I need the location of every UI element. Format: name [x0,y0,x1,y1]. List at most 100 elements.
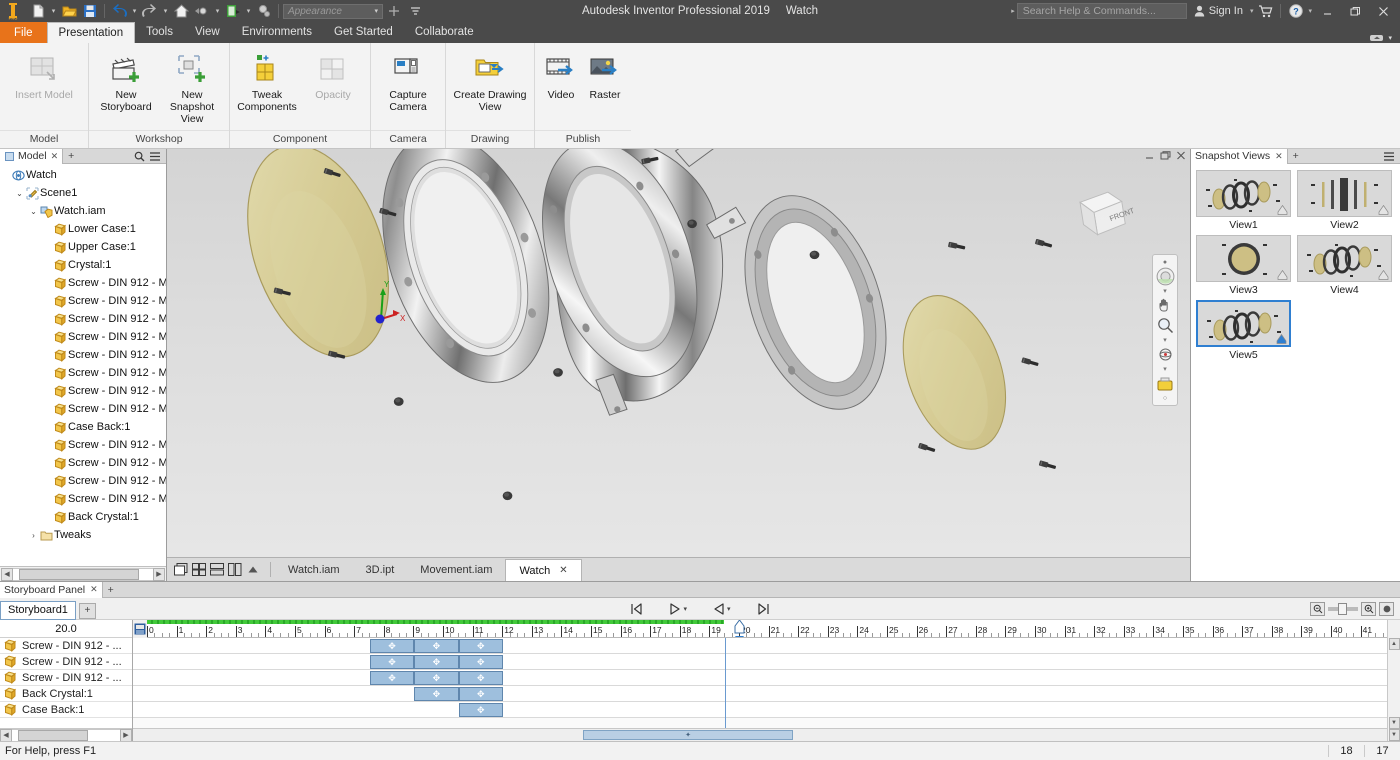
scroll-bottom-icon[interactable]: ▼ [1389,729,1400,741]
video-button[interactable]: Video [539,49,583,104]
raster-button[interactable]: Raster [583,49,627,104]
timeline-playhead[interactable] [734,620,745,638]
zoom-in-icon[interactable] [1361,602,1376,616]
scroll-track[interactable] [12,729,120,742]
move-handle-icon[interactable]: ✥ [477,705,485,716]
timeline-clip[interactable]: ✥ [459,639,503,653]
browser-horizontal-scrollbar[interactable]: ◀ ▶ [0,566,166,581]
3d-viewport[interactable]: FRONT ● ▾ ▾ [167,149,1190,557]
help-dropdown-icon[interactable]: ▾ [1308,7,1312,15]
zoom-slider[interactable] [1328,607,1358,611]
snapshot-thumbnail[interactable] [1196,300,1291,347]
customize-qat-icon[interactable] [405,1,425,21]
timeline-track-row[interactable]: ✥ ✥ ✥ [133,670,1387,686]
ribbon-tab-presentation[interactable]: Presentation [47,22,136,43]
return-dropdown-icon[interactable]: ▾ [213,1,222,21]
close-icon[interactable]: ✕ [51,151,59,162]
ribbon-tab-tools[interactable]: Tools [135,22,184,43]
close-window-button[interactable] [1370,0,1396,22]
tree-node[interactable]: Screw - DIN 912 - M1.4 [0,490,166,508]
tree-node[interactable]: Screw - DIN 912 - M1 x [0,382,166,400]
return-icon[interactable] [192,1,212,21]
move-handle-icon[interactable]: ✥ [388,657,396,668]
play-reverse-dropdown-icon[interactable]: ▾ [727,605,731,613]
tree-twisty[interactable]: › [28,531,39,540]
tree-node[interactable]: Crystal:1 [0,256,166,274]
capture-camera-button[interactable]: Capture Camera [375,49,441,116]
cart-icon[interactable] [1255,1,1275,21]
ribbon-tab-view[interactable]: View [184,22,231,43]
timeline-clip[interactable]: ✥ [370,655,414,669]
tree-node[interactable]: Screw - DIN 912 - M1 x [0,400,166,418]
tree-node[interactable]: ⌄Watch.iam [0,202,166,220]
move-handle-icon[interactable]: ✥ [433,673,441,684]
tree-node[interactable]: Lower Case:1 [0,220,166,238]
tree-node[interactable]: Case Back:1 [0,418,166,436]
tree-node[interactable]: Watch [0,166,166,184]
model-browser-tab[interactable]: Model ✕ [0,149,63,164]
search-icon[interactable] [134,151,145,162]
undo-icon[interactable] [109,1,129,21]
timeline-clip[interactable]: ✥ [459,655,503,669]
timeline-track-row[interactable]: ✥ ✥ ✥ [133,654,1387,670]
close-icon[interactable]: ✕ [1275,151,1283,162]
viewport-close-button[interactable] [1176,151,1187,160]
tree-node[interactable]: ›Tweaks [0,526,166,544]
fit-icon[interactable] [1379,602,1394,616]
timeline-vertical-scrollbar[interactable]: ▲ ▼ ▼ [1387,620,1400,741]
tree-node[interactable]: Screw - DIN 912 - M1.4 [0,292,166,310]
orbit-dropdown-icon[interactable]: ▾ [1154,365,1176,373]
timeline-tracks[interactable]: ✥✥✥✥✥✥✥✥✥✥✥✥ [133,638,1387,728]
timeline-clip[interactable]: ✥ [459,687,503,701]
snapshot-view-item[interactable]: View1 [1195,170,1292,232]
tree-node[interactable]: ⌄Scene1 [0,184,166,202]
new-document-dropdown-icon[interactable]: ▾ [49,1,58,21]
timeline-clip[interactable]: ✥ [414,655,458,669]
new-document-icon[interactable] [28,1,48,21]
tree-node[interactable]: Screw - DIN 912 - M1 x [0,364,166,382]
timeline-clip[interactable]: ✥ [459,703,503,717]
close-icon[interactable]: ✕ [90,584,98,595]
tree-node[interactable]: Screw - DIN 912 - M1.4 [0,274,166,292]
wheel-dropdown-icon[interactable]: ▾ [1154,287,1176,295]
horizontal-split-icon[interactable] [209,562,224,577]
search-input[interactable]: Search Help & Commands... [1017,3,1187,19]
play-dropdown-icon[interactable]: ▾ [683,605,687,613]
timeline-clip[interactable]: ✥ [370,671,414,685]
select-icon[interactable] [254,1,274,21]
timeline-track-row[interactable]: ✥✥ [133,686,1387,702]
scroll-thumb[interactable] [19,569,139,580]
snapshot-thumbnail[interactable] [1297,170,1392,217]
scroll-up-icon[interactable]: ▲ [1389,638,1400,650]
zoom-out-icon[interactable] [1310,602,1325,616]
minimize-window-button[interactable] [1314,0,1340,22]
tile-icon[interactable] [173,562,188,577]
timeline-clip[interactable]: ✥ [414,687,458,701]
move-handle-icon[interactable]: ✥ [433,641,441,652]
grid-icon[interactable] [191,562,206,577]
timeline-horizontal-scrollbar[interactable]: ✦ [133,728,1387,741]
navbar-options-icon[interactable]: ● [1154,258,1176,266]
move-handle-icon[interactable]: ✥ [477,673,485,684]
move-handle-icon[interactable]: ✥ [388,641,396,652]
viewport-minimize-button[interactable] [1144,151,1155,160]
navbar-more-icon[interactable]: ○ [1154,394,1176,402]
scroll-down-icon[interactable]: ▼ [1389,717,1400,729]
undo-dropdown-icon[interactable]: ▾ [130,1,139,21]
tree-node[interactable]: Back Crystal:1 [0,508,166,526]
zoom-dropdown-icon[interactable]: ▾ [1154,336,1176,344]
move-handle-icon[interactable]: ✥ [477,641,485,652]
zoom-icon[interactable] [1154,316,1176,335]
collapse-arrow-icon[interactable] [245,562,260,577]
add-snapshot-tab-button[interactable]: + [1288,150,1304,162]
hamburger-menu-icon[interactable] [149,151,161,162]
close-icon[interactable]: ✕ [559,565,567,576]
sign-in-button[interactable]: Sign In [1189,5,1248,17]
tree-node[interactable]: Screw - DIN 912 - M1.4 [0,436,166,454]
redo-dropdown-icon[interactable]: ▾ [161,1,170,21]
opacity-button[interactable]: Opacity [300,49,366,104]
move-handle-icon[interactable]: ✥ [433,657,441,668]
vertical-split-icon[interactable] [227,562,242,577]
new-storyboard-button[interactable]: New Storyboard [93,49,159,116]
move-handle-icon[interactable]: ✥ [477,657,485,668]
